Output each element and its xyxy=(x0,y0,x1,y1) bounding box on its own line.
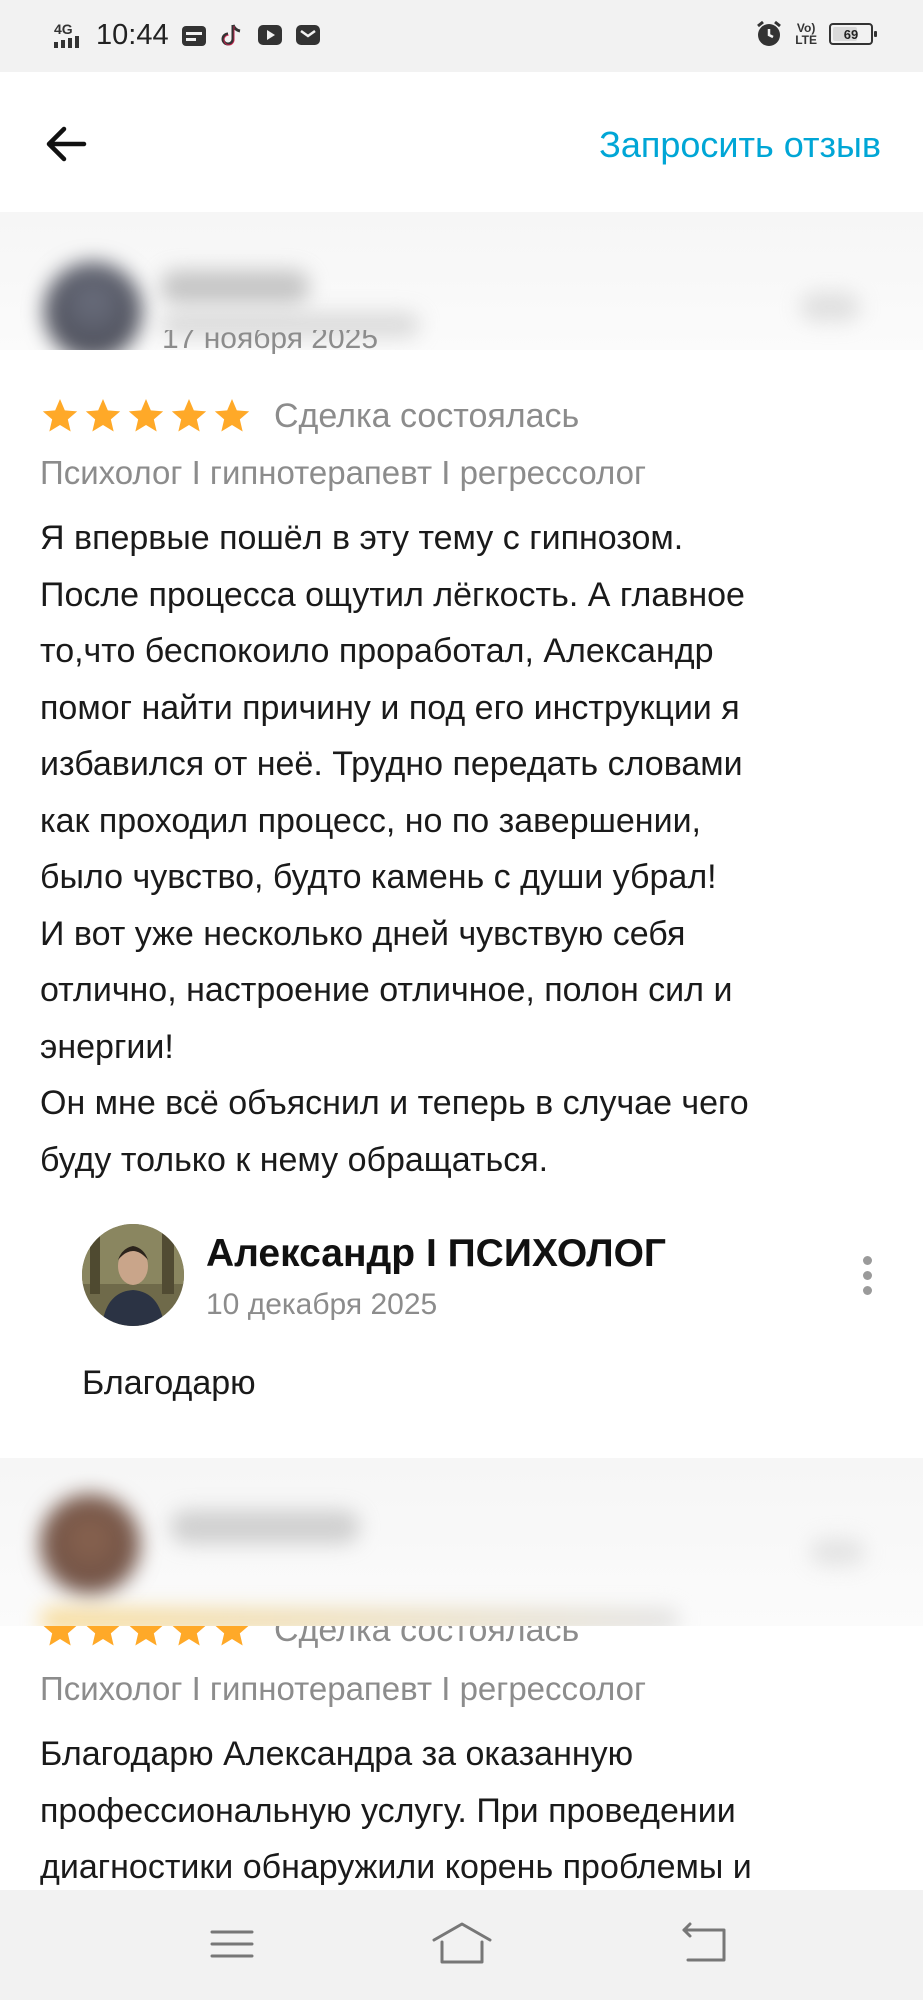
review-line: энергии! xyxy=(40,1027,174,1066)
review-rating: Сделка состоялась xyxy=(40,396,579,436)
status-right: Vo) LTE 69 xyxy=(755,20,877,48)
reviewer-avatar xyxy=(40,1494,140,1594)
signal-icon xyxy=(54,36,79,48)
service-name: Психолог I гипнотерапевт I регрессолог xyxy=(40,1670,647,1707)
reviewer-header-blurred xyxy=(0,212,923,350)
calendar-icon xyxy=(181,26,206,46)
reply-text: Благодарю xyxy=(82,1364,256,1402)
back-arrow-icon[interactable] xyxy=(40,118,92,170)
seller-reply: Александр I ПСИХОЛОГ 10 декабря 2025 xyxy=(82,1224,882,1334)
review-line: диагностики обнаружили корень проблемы и xyxy=(40,1848,752,1886)
star-icon xyxy=(215,1626,249,1646)
service-name: Психолог I гипнотерапевт I регрессолог xyxy=(40,454,647,491)
alarm-icon xyxy=(757,20,782,46)
reviewer-header-blurred xyxy=(0,1458,923,1626)
mail-app-icon xyxy=(295,25,320,45)
volte-bottom: LTE xyxy=(795,33,817,47)
seller-name: Александр I ПСИХОЛОГ xyxy=(206,1232,667,1275)
star-icon xyxy=(42,399,78,432)
more-vertical-icon[interactable] xyxy=(852,1256,882,1300)
review-line: После процесса ощутил лёгкость. А главно… xyxy=(40,575,745,614)
review-line: Благодарю Александра за оказанную xyxy=(40,1735,634,1773)
app-header: Запросить отзыв xyxy=(0,72,923,212)
star-icon xyxy=(43,1626,77,1646)
tiktok-icon xyxy=(221,24,240,46)
status-bar: 4G 10:44 Vo) LTE 69 xyxy=(0,0,923,72)
system-nav-bar xyxy=(0,1890,923,2000)
review-line: профессиональную услугу. При проведении xyxy=(40,1791,736,1830)
seller-avatar xyxy=(82,1224,184,1326)
review-rating: Сделка состоялась xyxy=(40,1626,579,1650)
review-line: буду только к нему обращаться. xyxy=(40,1140,549,1179)
battery-percent: 69 xyxy=(843,26,859,42)
reviewer-meta-blurred xyxy=(40,1608,680,1626)
review-text: Я впервые пошёл в эту тему с гипнозом. П… xyxy=(40,510,890,1188)
star-rating xyxy=(40,1626,252,1650)
review-line: Я впервые пошёл в эту тему с гипнозом. xyxy=(40,519,684,557)
review-rating-partial: Сделка состоялась xyxy=(40,1626,680,1650)
star-icon xyxy=(128,399,164,432)
signal-indicator: 4G xyxy=(54,22,84,48)
review-line: как проходил процесс, но по завершении, xyxy=(40,801,702,840)
return-icon[interactable] xyxy=(672,1914,736,1974)
reviewer-name-blurred xyxy=(170,1510,360,1544)
star-icon xyxy=(171,399,207,432)
reply-date: 10 декабря 2025 xyxy=(206,1288,438,1321)
star-icon xyxy=(129,1626,163,1646)
review-line: было чувство, будто камень с души убрал! xyxy=(40,858,717,896)
clock: 10:44 xyxy=(96,19,169,51)
reviewer-avatar xyxy=(44,262,142,350)
review-line: И вот уже несколько дней чувствую себя xyxy=(40,914,686,953)
star-icon xyxy=(214,399,250,432)
home-icon[interactable] xyxy=(430,1914,494,1974)
review-line: избавился от неё. Трудно передать словам… xyxy=(40,745,743,783)
deal-status: Сделка состоялась xyxy=(274,396,580,435)
star-icon xyxy=(172,1626,206,1646)
review-line: то,что беспокоило проработал, Александр xyxy=(40,632,714,670)
menu-icon[interactable] xyxy=(200,1914,264,1974)
star-icon xyxy=(86,1626,120,1646)
reviewer-menu-blurred xyxy=(800,292,860,322)
seller-avatar-image xyxy=(82,1224,184,1326)
review-text: Благодарю Александра за оказанную профес… xyxy=(40,1726,890,1896)
reviewer-menu-blurred xyxy=(810,1538,865,1566)
youtube-icon xyxy=(257,25,282,45)
network-type: 4G xyxy=(54,21,73,37)
deal-status: Сделка состоялась xyxy=(274,1626,580,1649)
star-icon xyxy=(85,399,121,432)
battery-icon: 69 xyxy=(829,23,877,45)
star-rating xyxy=(40,396,252,436)
volte-indicator: Vo) LTE xyxy=(795,22,817,46)
reviewer-name-blurred xyxy=(160,270,310,304)
review-line: отлично, настроение отличное, полон сил … xyxy=(40,971,733,1009)
review-date: 17 ноября 2025 xyxy=(162,330,379,355)
status-left: 4G 10:44 xyxy=(54,18,321,52)
review-line: Он мне всё объяснил и теперь в случае че… xyxy=(40,1084,749,1122)
review-line: помог найти причину и под его инструкции… xyxy=(40,688,740,727)
request-review-button[interactable]: Запросить отзыв xyxy=(599,124,881,166)
